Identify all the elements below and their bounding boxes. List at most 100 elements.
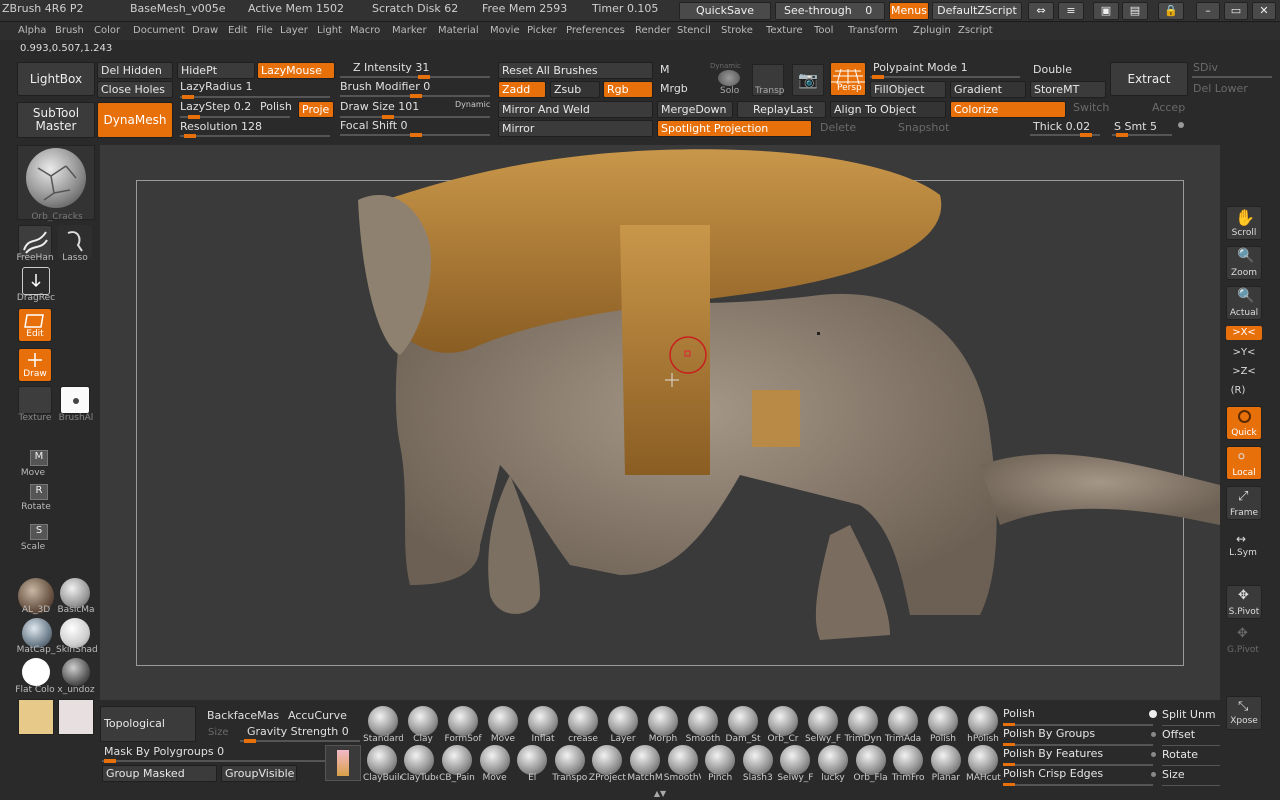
- lsym-button[interactable]: ↔ L.Sym: [1226, 530, 1262, 564]
- menu-item-macro[interactable]: Macro: [350, 25, 380, 36]
- menu-item-marker[interactable]: Marker: [392, 25, 427, 36]
- brush-orb-cr[interactable]: Orb_Cr: [763, 706, 803, 746]
- polypaint-mode-slider[interactable]: Polypaint Mode 1: [873, 61, 968, 74]
- menu-item-material[interactable]: Material: [438, 25, 479, 36]
- brush-trimdyn[interactable]: TrimDyn: [843, 706, 883, 746]
- brush-dam-st[interactable]: Dam_St: [723, 706, 763, 746]
- gravity-strength-track[interactable]: [240, 739, 360, 743]
- menu-item-draw[interactable]: Draw: [192, 25, 218, 36]
- draw-mode-button[interactable]: Draw: [18, 348, 52, 382]
- menu-item-transform[interactable]: Transform: [848, 25, 898, 36]
- lion-sculpt-model[interactable]: [100, 145, 1220, 700]
- menu-item-brush[interactable]: Brush: [55, 25, 84, 36]
- quick-button[interactable]: Quick: [1226, 406, 1262, 440]
- lightbox-button[interactable]: LightBox: [17, 62, 95, 96]
- menu-item-document[interactable]: Document: [133, 25, 185, 36]
- layout-icon[interactable]: ≡: [1058, 2, 1084, 20]
- actual-button[interactable]: 🔍 Actual: [1226, 286, 1262, 320]
- focal-shift-track[interactable]: [340, 133, 490, 137]
- brush-morph[interactable]: Morph: [643, 706, 683, 746]
- brush-standard[interactable]: Standard: [363, 706, 403, 746]
- spotlight-projection-button[interactable]: Spotlight Projection: [657, 120, 812, 137]
- close-holes-button[interactable]: Close Holes: [97, 81, 173, 98]
- menu-item-color[interactable]: Color: [94, 25, 120, 36]
- ui-save-icon[interactable]: ▤: [1122, 2, 1148, 20]
- sym-z-button[interactable]: >Z<: [1224, 366, 1264, 377]
- brush-matchm[interactable]: MatchM: [626, 745, 664, 785]
- backface-mask-button[interactable]: BackfaceMas: [207, 709, 279, 722]
- menu-item-stroke[interactable]: Stroke: [721, 25, 753, 36]
- del-hidden-button[interactable]: Del Hidden: [97, 62, 173, 79]
- camera-icon[interactable]: 📷: [792, 64, 824, 96]
- draw-size-track[interactable]: [340, 115, 490, 119]
- menu-item-tool[interactable]: Tool: [814, 25, 833, 36]
- delete-button[interactable]: Delete: [820, 121, 856, 134]
- lazystep-track[interactable]: [180, 115, 290, 119]
- persp-button[interactable]: Persp: [830, 62, 866, 96]
- s-smt-slider[interactable]: S Smt 5: [1114, 120, 1157, 133]
- lazyradius-track[interactable]: [180, 95, 330, 99]
- mirror-button[interactable]: Mirror: [498, 120, 653, 137]
- gradient-button[interactable]: Gradient: [950, 81, 1026, 98]
- resolution-track[interactable]: [180, 134, 330, 138]
- menu-item-light[interactable]: Light: [317, 25, 342, 36]
- brush-orb-fla[interactable]: Orb_Fla: [852, 745, 890, 785]
- lightbox-brush-thumb[interactable]: [325, 745, 361, 781]
- s-smt-track[interactable]: [1112, 133, 1172, 137]
- polypaint-mode-track[interactable]: [870, 75, 1020, 79]
- brush-move[interactable]: Move: [483, 706, 523, 746]
- rotate-button[interactable]: Rotate: [1162, 746, 1220, 766]
- brush-clay[interactable]: Clay: [403, 706, 443, 746]
- lazyradius-slider[interactable]: LazyRadius 1: [180, 80, 253, 93]
- brush-hpolish[interactable]: hPolish: [963, 706, 1003, 746]
- menu-item-zscript[interactable]: Zscript: [958, 25, 993, 36]
- double-button[interactable]: Double: [1033, 63, 1072, 76]
- radial-sym-button[interactable]: (R): [1218, 385, 1258, 396]
- brush-alpha-slot[interactable]: [60, 386, 90, 414]
- brush-trimada[interactable]: TrimAda: [883, 706, 923, 746]
- draw-size-slider[interactable]: Draw Size 101: [340, 100, 419, 113]
- replaylast-button[interactable]: ReplayLast: [737, 101, 826, 118]
- brush-modifier-slider[interactable]: Brush Modifier 0: [340, 80, 430, 93]
- brush-layer[interactable]: Layer: [603, 706, 643, 746]
- polish-radio-icon[interactable]: [1149, 710, 1157, 718]
- brush-zproject[interactable]: ZProject: [589, 745, 627, 785]
- brush-cb-pain[interactable]: CB_Pain: [438, 745, 476, 785]
- lock-icon[interactable]: 🔒: [1158, 2, 1184, 20]
- rgb-button[interactable]: Rgb: [603, 81, 653, 98]
- sdiv-slider[interactable]: SDiv: [1193, 61, 1218, 74]
- resolution-slider[interactable]: Resolution 128: [180, 120, 262, 133]
- split-unmasked-button[interactable]: Split Unm: [1162, 706, 1220, 726]
- menu-item-render[interactable]: Render: [635, 25, 671, 36]
- size-slider[interactable]: Size: [208, 727, 229, 738]
- group-visible-button[interactable]: GroupVisible: [221, 765, 297, 782]
- gpivot-button[interactable]: ✥ G.Pivot: [1226, 624, 1262, 658]
- offset-button[interactable]: Offset: [1162, 726, 1220, 746]
- sdiv-track[interactable]: [1192, 76, 1272, 78]
- snapshot-button[interactable]: Snapshot: [898, 121, 949, 134]
- brush-crease[interactable]: crease: [563, 706, 603, 746]
- maximize-icon[interactable]: ▭: [1224, 2, 1248, 20]
- menu-item-alpha[interactable]: Alpha: [18, 25, 46, 36]
- brush-inflat[interactable]: Inflat: [523, 706, 563, 746]
- brush-claytube[interactable]: ClayTube: [401, 745, 438, 785]
- main-color-swatch[interactable]: [18, 699, 54, 735]
- see-through-slider[interactable]: See-through 0: [775, 2, 885, 20]
- thick-slider[interactable]: Thick 0.02: [1033, 120, 1090, 133]
- polish-crisp-edges-slider[interactable]: Polish Crisp Edges: [1003, 766, 1153, 786]
- dynamic-toggle[interactable]: Dynamic: [455, 100, 490, 109]
- quicksave-button[interactable]: QuickSave: [679, 2, 771, 20]
- hidept-button[interactable]: HidePt: [177, 62, 255, 79]
- extract-button[interactable]: Extract: [1110, 62, 1188, 96]
- fillobject-button[interactable]: FillObject: [870, 81, 946, 98]
- subtool-master-button[interactable]: SubTool Master: [17, 102, 95, 138]
- polish-by-features-slider[interactable]: Polish By Features: [1003, 746, 1153, 766]
- del-lower-button[interactable]: Del Lower: [1193, 82, 1248, 95]
- brush-smooth[interactable]: Smooth: [683, 706, 723, 746]
- mergedown-button[interactable]: MergeDown: [657, 101, 733, 118]
- brush-formsof[interactable]: FormSof: [443, 706, 483, 746]
- scale-icon[interactable]: S: [30, 524, 48, 540]
- dynamesh-button[interactable]: DynaMesh: [97, 102, 173, 138]
- colorize-button[interactable]: Colorize: [950, 101, 1066, 118]
- solo-button[interactable]: Solo: [720, 86, 739, 96]
